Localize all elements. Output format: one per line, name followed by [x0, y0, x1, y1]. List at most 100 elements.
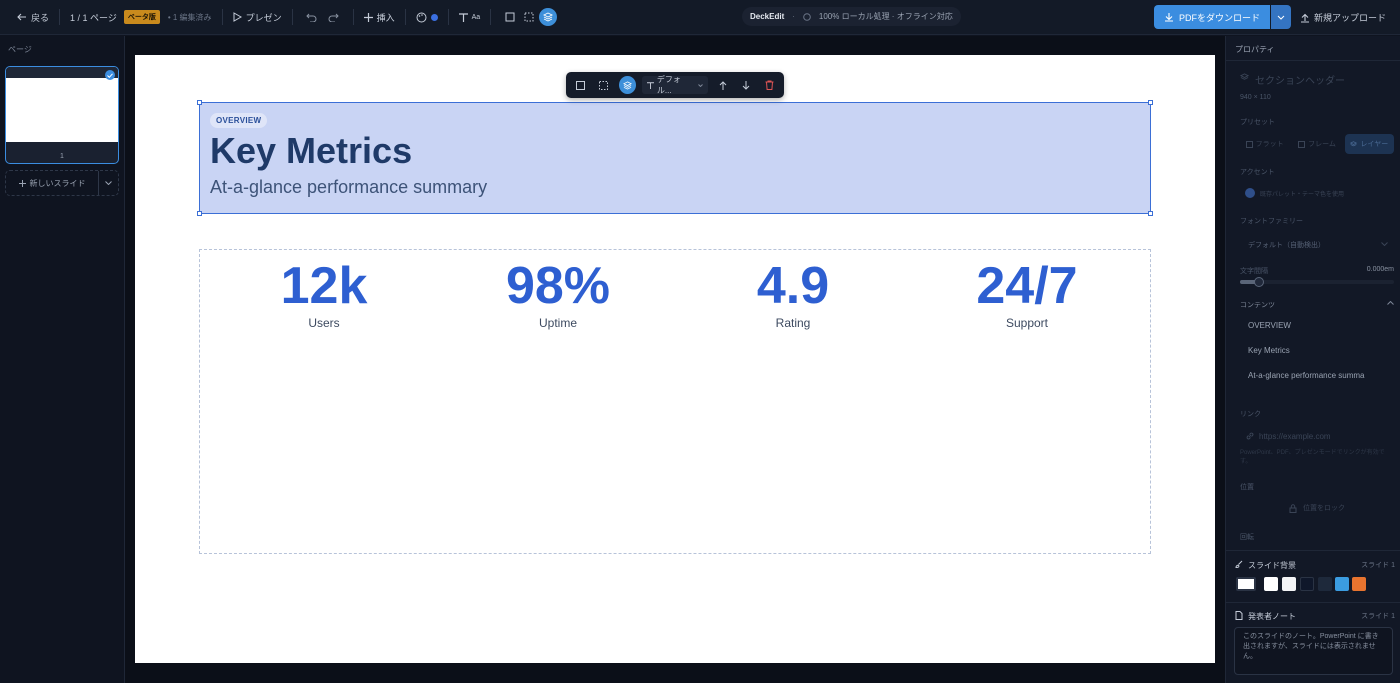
style-frame-button[interactable] — [572, 76, 589, 94]
letter-spacing-slider[interactable] — [1240, 277, 1394, 287]
app-status-pill: DeckEdit · 100% ローカル処理 · オフライン対応 — [742, 7, 961, 26]
layout-frame-button[interactable] — [501, 8, 519, 26]
present-label: プレゼン — [245, 12, 282, 23]
position-label: 位置 — [1240, 484, 1254, 491]
bg-swatch-current[interactable] — [1236, 577, 1256, 591]
move-down-button[interactable] — [737, 76, 754, 94]
bg-swatch-navy[interactable] — [1300, 577, 1314, 591]
font-select-label: デフォル... — [656, 75, 681, 95]
bg-swatch-orange[interactable] — [1352, 577, 1366, 591]
preset-label: プリセット — [1240, 119, 1275, 126]
stat-item[interactable]: 24/7 Support — [927, 256, 1127, 330]
layout-dashed-button[interactable] — [520, 8, 538, 26]
present-button[interactable]: プレゼン — [233, 11, 282, 24]
insert-label: 挿入 — [376, 12, 395, 23]
preset-options: フラット フレーム レイヤー — [1240, 134, 1394, 154]
stats-block[interactable]: 12k Users 98% Uptime 4.9 Rating 24/7 Sup… — [199, 249, 1151, 554]
chevron-down-icon — [1381, 242, 1388, 246]
download-pdf-label: PDFをダウンロード — [1179, 12, 1261, 23]
text-style-label: Aa — [471, 13, 481, 21]
bg-swatch-light-gray[interactable] — [1282, 577, 1296, 591]
letter-spacing-value: 0.000em — [1366, 266, 1394, 273]
thumbnail-preview — [6, 78, 118, 142]
slide-bg-scope: スライド 1 — [1361, 562, 1395, 569]
redo-button[interactable] — [325, 8, 343, 26]
link-placeholder: https://example.com — [1259, 431, 1331, 441]
font-select[interactable]: デフォル... — [641, 75, 709, 95]
new-slide-button[interactable]: 新しいスライド — [6, 178, 98, 189]
preset-flat-button[interactable]: フラット — [1240, 134, 1289, 154]
download-icon — [1164, 12, 1174, 22]
lock-position-button[interactable]: 位置をロック — [1240, 498, 1394, 518]
accent-swatch[interactable] — [1245, 188, 1255, 198]
bg-swatch-white[interactable] — [1264, 577, 1278, 591]
selection-handle[interactable] — [1148, 100, 1153, 105]
stat-label: Support — [1005, 316, 1049, 330]
layout-layers-button[interactable] — [539, 8, 558, 26]
slide-canvas[interactable]: OVERVIEW Key Metrics At-a-glance perform… — [135, 55, 1215, 663]
notes-label: 発表者ノート — [1248, 612, 1296, 621]
selection-handle[interactable] — [197, 100, 202, 105]
stat-item[interactable]: 4.9 Rating — [693, 256, 893, 330]
stat-item[interactable]: 98% Uptime — [458, 256, 658, 330]
slide-bg-label: スライド背景 — [1248, 561, 1296, 570]
speaker-notes-input[interactable]: このスライドのノート。PowerPoint に書き出されますが、スライドには表示… — [1234, 627, 1393, 675]
slide-background-section: スライド背景 スライド 1 — [1226, 550, 1400, 602]
accent-text: 既存パレット・テーマ色を使用 — [1260, 192, 1345, 198]
move-up-button[interactable] — [714, 76, 731, 94]
brush-icon — [1235, 560, 1243, 568]
slide-subtitle[interactable]: At-a-glance performance summary — [210, 177, 487, 198]
selection-handle[interactable] — [1148, 211, 1153, 216]
layers-icon — [543, 12, 554, 22]
download-group: PDFをダウンロード — [1154, 5, 1292, 29]
content-field-subtitle[interactable]: At-a-glance performance summa — [1240, 366, 1394, 386]
new-upload-button[interactable]: 新規アップロード — [1300, 11, 1386, 24]
divider — [447, 9, 449, 25]
chevron-down-icon — [105, 181, 112, 185]
size-text: 940 × 110 — [1240, 94, 1271, 101]
selection-handle[interactable] — [197, 211, 202, 216]
offline-status: 100% ローカル処理 · オフライン対応 — [818, 12, 953, 21]
stat-item[interactable]: 12k Users — [224, 256, 424, 330]
content-field-eyebrow[interactable]: OVERVIEW — [1240, 316, 1394, 336]
slide-thumbnail[interactable]: 1 — [5, 66, 119, 164]
slide-title[interactable]: Key Metrics — [210, 130, 412, 172]
bg-swatch-slate[interactable] — [1318, 577, 1332, 591]
slider-thumb[interactable] — [1254, 277, 1264, 287]
palette-icon — [416, 12, 427, 23]
speaker-notes-section: 発表者ノート スライド 1 このスライドのノート。PowerPoint に書き出… — [1226, 602, 1400, 683]
style-dashed-button[interactable] — [595, 76, 612, 94]
chevron-up-icon[interactable] — [1387, 301, 1394, 305]
text-style-button[interactable]: Aa — [458, 12, 481, 22]
font-family-select[interactable]: デフォルト（自動検出） — [1240, 235, 1394, 255]
preset-flat-label: フラット — [1255, 141, 1284, 148]
preset-layer-button[interactable]: レイヤー — [1344, 134, 1394, 154]
eyebrow-badge[interactable]: OVERVIEW — [210, 113, 268, 128]
edit-status: • 1 編集済み — [167, 12, 212, 22]
dashed-square-icon — [524, 12, 534, 22]
back-button[interactable]: 戻る — [17, 11, 49, 24]
notes-icon — [1235, 611, 1243, 620]
undo-icon — [306, 12, 317, 22]
app-name: DeckEdit — [750, 12, 785, 21]
bg-swatch-blue[interactable] — [1335, 577, 1349, 591]
divider — [404, 9, 406, 25]
delete-button[interactable] — [761, 76, 778, 94]
style-layers-button[interactable] — [618, 76, 636, 94]
thumbnail-topstrip — [6, 67, 118, 78]
new-slide-options-button[interactable] — [98, 171, 118, 195]
link-input[interactable]: https://example.com — [1240, 426, 1394, 446]
stat-label: Rating — [775, 316, 811, 330]
preset-frame-button[interactable]: フレーム — [1292, 134, 1341, 154]
undo-button[interactable] — [303, 8, 321, 26]
plus-icon — [18, 179, 26, 187]
section-header-block[interactable]: OVERVIEW Key Metrics At-a-glance perform… — [197, 100, 1153, 216]
stat-value: 98% — [505, 257, 611, 315]
theme-button[interactable] — [416, 12, 438, 23]
content-field-title[interactable]: Key Metrics — [1240, 341, 1394, 361]
download-options-button[interactable] — [1271, 5, 1292, 29]
thumbnail-number: 1 — [60, 153, 64, 160]
rotation-label: 回転 — [1240, 534, 1254, 541]
insert-button[interactable]: 挿入 — [363, 11, 395, 24]
download-pdf-button[interactable]: PDFをダウンロード — [1154, 5, 1271, 29]
